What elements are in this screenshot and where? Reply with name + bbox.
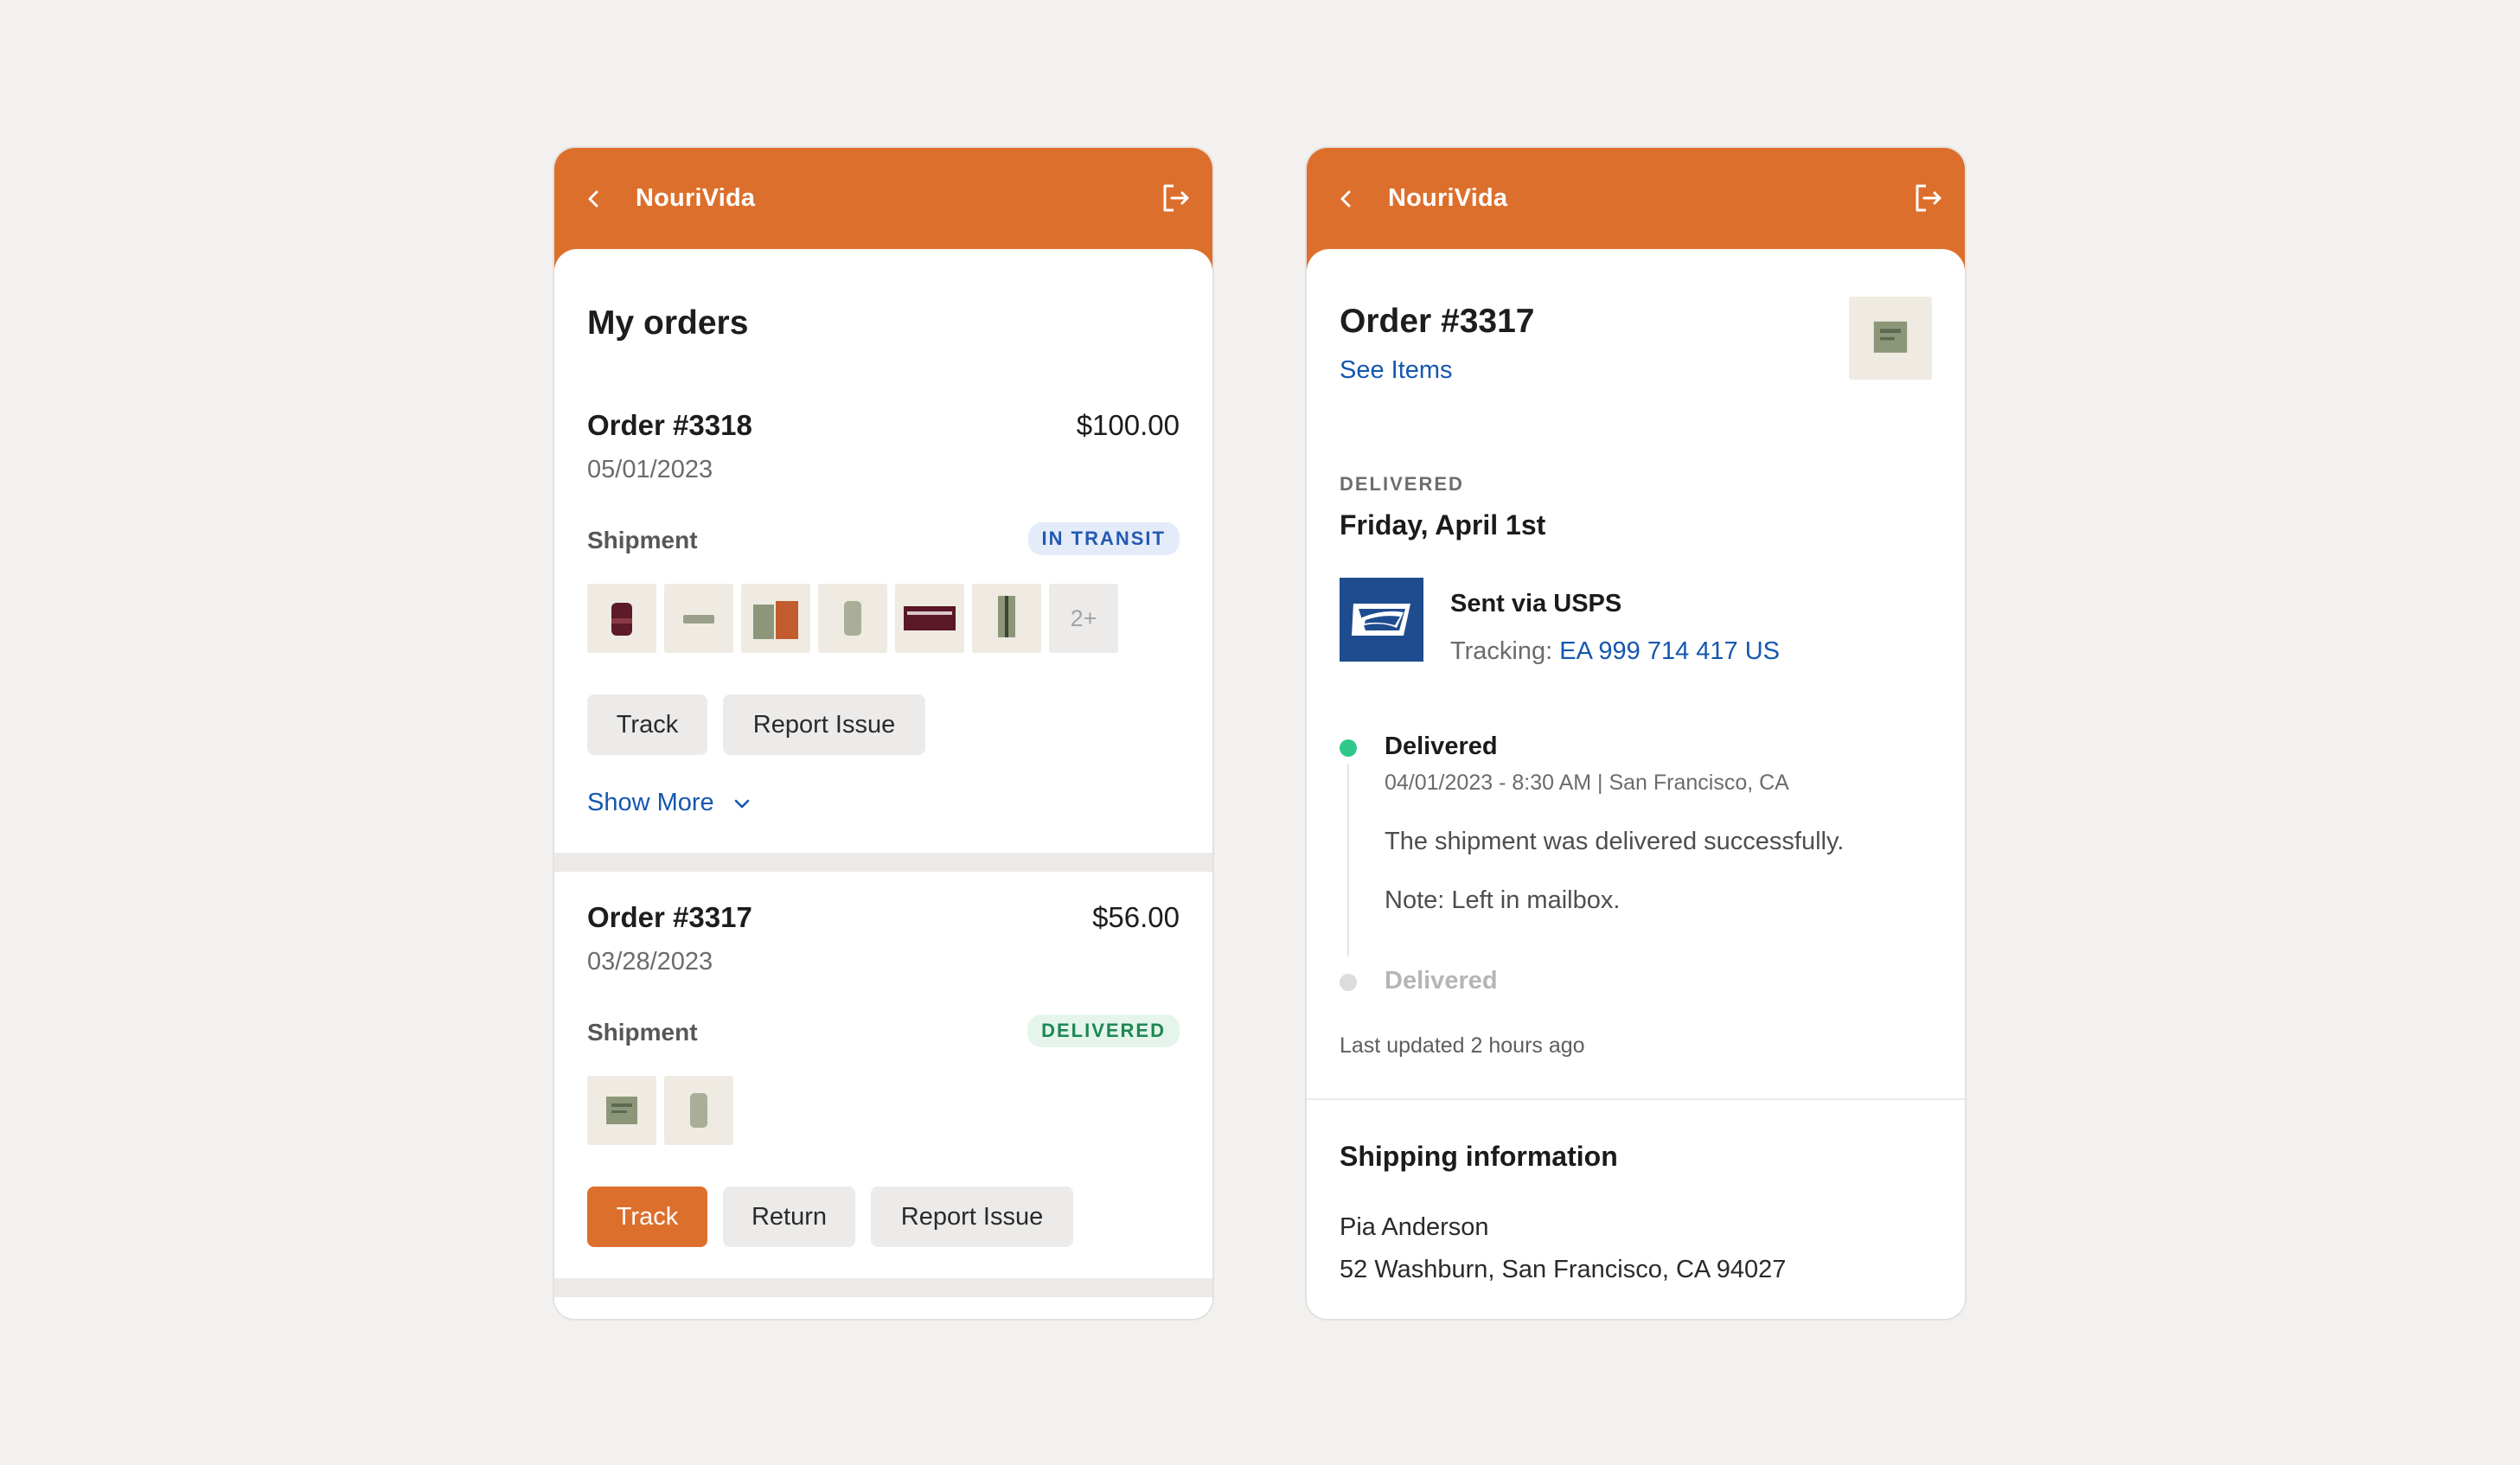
order-number: Order #3318	[587, 409, 752, 441]
status-badge: DELIVERED	[1027, 1014, 1180, 1047]
shipping-info-heading: Shipping information	[1340, 1141, 1618, 1172]
recipient-address: 52 Washburn, San Francisco, CA 94027	[1340, 1256, 1787, 1283]
tracking-row: Tracking: EA 999 714 417 US	[1450, 637, 1780, 666]
track-button[interactable]: Track	[587, 694, 707, 755]
product-thumbnail[interactable]	[587, 584, 656, 653]
order-number: Order #3317	[587, 901, 752, 933]
timeline-event-title: Delivered	[1385, 732, 1498, 760]
delivery-date: Friday, April 1st	[1340, 509, 1546, 541]
show-more-label: Show More	[587, 789, 714, 816]
chevron-down-icon	[734, 799, 749, 808]
logout-icon[interactable]	[1159, 181, 1193, 215]
report-issue-button[interactable]: Report Issue	[723, 694, 925, 755]
brand-title: NouriVida	[1388, 184, 1508, 212]
product-thumbnail[interactable]	[664, 584, 733, 653]
track-button[interactable]: Track	[587, 1187, 707, 1247]
logout-icon[interactable]	[1911, 181, 1946, 215]
timeline-event-meta: 04/01/2023 - 8:30 AM | San Francisco, CA	[1385, 771, 1789, 795]
show-more-link[interactable]: Show More	[587, 789, 752, 817]
order-item-thumbnail[interactable]	[1849, 297, 1932, 380]
product-thumbnail[interactable]	[664, 1076, 733, 1145]
back-arrow-icon[interactable]	[580, 186, 606, 212]
more-items-indicator[interactable]: 2+	[1049, 584, 1118, 653]
last-updated: Last updated 2 hours ago	[1340, 1033, 1585, 1058]
brand-title: NouriVida	[636, 184, 756, 212]
timeline-event-title: Delivered	[1385, 967, 1498, 995]
order-price: $100.00	[1076, 409, 1180, 441]
back-arrow-icon[interactable]	[1333, 186, 1359, 212]
order-date: 05/01/2023	[587, 456, 713, 483]
orders-content: My orders Order #3318 $100.00 05/01/2023…	[554, 249, 1212, 1319]
delivery-status-caption: DELIVERED	[1340, 473, 1464, 495]
timeline-dot-active	[1340, 739, 1357, 757]
shipment-label: Shipment	[587, 1019, 698, 1046]
order-divider	[554, 1278, 1212, 1297]
product-thumbnail[interactable]	[741, 584, 810, 653]
tracking-label: Tracking:	[1450, 637, 1553, 665]
order-tracking-screen: NouriVida Order #3317 See Items DELIVERE…	[1305, 146, 1967, 1321]
timeline-event-detail: The shipment was delivered successfully.	[1385, 828, 1845, 855]
carrier-label: Sent via USPS	[1450, 590, 1622, 617]
return-button[interactable]: Return	[723, 1187, 855, 1247]
report-issue-button[interactable]: Report Issue	[871, 1187, 1073, 1247]
see-items-link[interactable]: See Items	[1340, 356, 1453, 385]
order-title: Order #3317	[1340, 303, 1535, 340]
timeline-connector	[1347, 764, 1349, 956]
recipient-name: Pia Anderson	[1340, 1213, 1489, 1241]
product-thumbnail[interactable]	[895, 584, 964, 653]
timeline-event-note: Note: Left in mailbox.	[1385, 886, 1621, 914]
product-thumbnail[interactable]	[587, 1076, 656, 1145]
tracking-content: Order #3317 See Items DELIVERED Friday, …	[1307, 249, 1965, 1319]
tracking-number-link[interactable]: EA 999 714 417 US	[1559, 637, 1780, 665]
status-badge: IN TRANSIT	[1027, 522, 1180, 555]
section-divider	[1307, 1098, 1965, 1100]
page-title: My orders	[587, 304, 749, 342]
order-divider	[554, 853, 1212, 872]
timeline-dot-inactive	[1340, 974, 1357, 991]
order-price: $56.00	[1092, 901, 1180, 933]
order-date: 03/28/2023	[587, 948, 713, 976]
usps-logo-icon	[1340, 578, 1423, 662]
orders-screen: NouriVida My orders Order #3318 $100.00 …	[553, 146, 1214, 1321]
product-thumbnail[interactable]	[972, 584, 1041, 653]
shipment-label: Shipment	[587, 527, 698, 553]
product-thumbnail[interactable]	[818, 584, 887, 653]
